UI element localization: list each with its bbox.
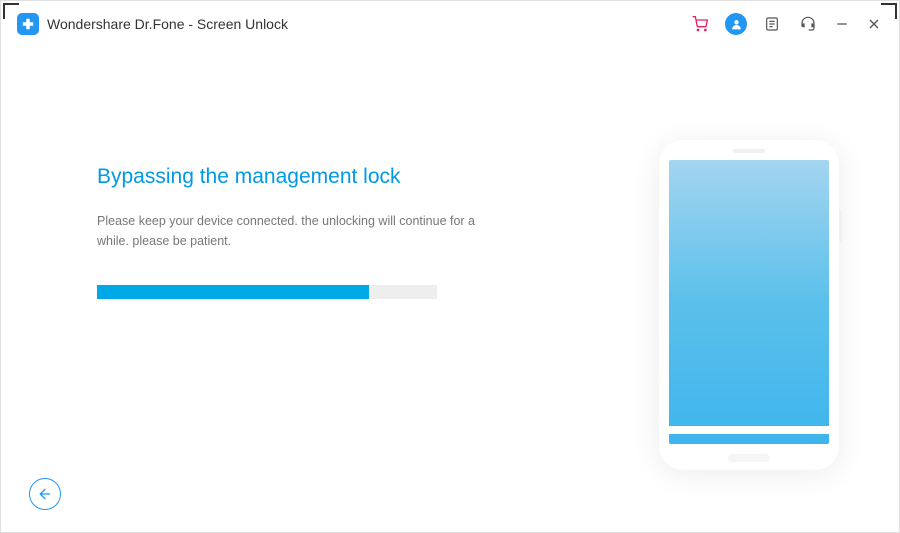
page-heading: Bypassing the management lock — [97, 165, 579, 189]
titlebar-right — [689, 13, 883, 35]
phone-home-button — [728, 454, 770, 462]
feedback-icon[interactable] — [761, 13, 783, 35]
page-subtext: Please keep your device connected. the u… — [97, 211, 497, 251]
corner-decoration — [3, 3, 19, 19]
content-area: Bypassing the management lock Please kee… — [1, 47, 899, 532]
content-right — [639, 47, 899, 532]
user-icon[interactable] — [725, 13, 747, 35]
phone-speaker — [733, 149, 765, 153]
back-button[interactable] — [29, 478, 61, 510]
progress-bar — [97, 285, 437, 299]
headset-icon[interactable] — [797, 13, 819, 35]
titlebar: Wondershare Dr.Fone - Screen Unlock — [1, 1, 899, 47]
app-window: Wondershare Dr.Fone - Screen Unlock — [0, 0, 900, 533]
titlebar-left: Wondershare Dr.Fone - Screen Unlock — [17, 13, 288, 35]
progress-fill — [97, 285, 369, 299]
content-left: Bypassing the management lock Please kee… — [1, 47, 639, 532]
corner-decoration — [881, 3, 897, 19]
phone-side-button — [839, 210, 842, 242]
phone-illustration — [659, 140, 839, 470]
phone-screen — [669, 160, 829, 444]
phone-screen-divider — [669, 426, 829, 434]
app-title: Wondershare Dr.Fone - Screen Unlock — [47, 16, 288, 32]
minimize-button[interactable] — [833, 15, 851, 33]
cart-icon[interactable] — [689, 13, 711, 35]
app-logo-icon — [17, 13, 39, 35]
